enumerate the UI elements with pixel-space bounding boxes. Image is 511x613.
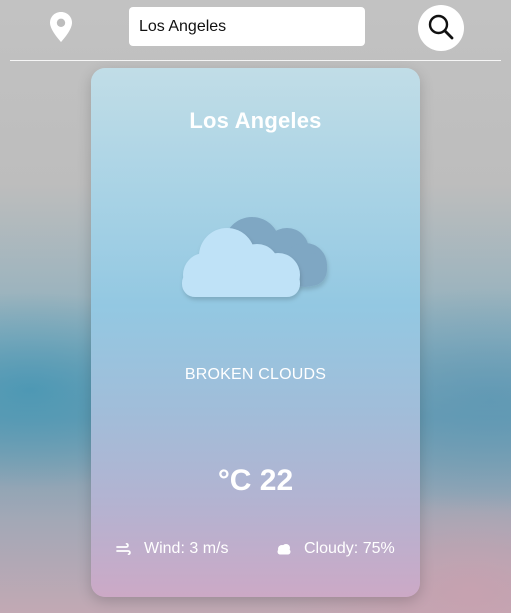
weather-stats: Wind: 3 m/s Cloudy: 75% <box>91 540 420 560</box>
search-button[interactable] <box>418 5 464 51</box>
weather-card: Los Angeles BROKEN CLOUDS °C 22 Wind: 3 … <box>91 68 420 597</box>
magnifier-icon <box>427 13 455 44</box>
top-bar <box>0 0 511 60</box>
city-search-input[interactable] <box>129 7 365 46</box>
cloudiness-label: Cloudy: 75% <box>304 540 395 557</box>
location-pin-icon[interactable] <box>47 11 75 43</box>
broken-clouds-icon <box>177 208 337 308</box>
weather-description: BROKEN CLOUDS <box>184 366 327 383</box>
cloud-icon <box>276 541 292 557</box>
cloudiness-stat: Cloudy: 75% <box>276 540 395 558</box>
city-name: Los Angeles <box>189 108 322 133</box>
header-divider <box>10 60 501 61</box>
wind-icon <box>116 541 132 557</box>
wind-label: Wind: 3 m/s <box>144 540 229 557</box>
wind-stat: Wind: 3 m/s <box>116 540 228 558</box>
temperature: °C 22 <box>217 464 294 497</box>
